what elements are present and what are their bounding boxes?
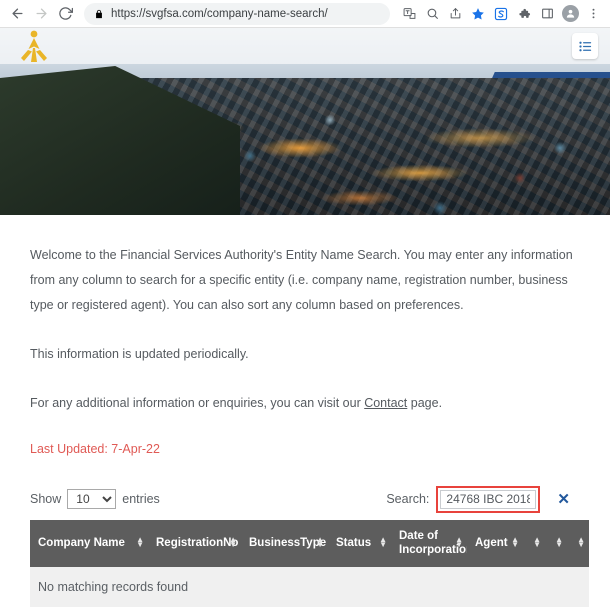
table-row-empty: No matching records found xyxy=(30,566,589,607)
page-length-control: Show 10 25 50 100 entries xyxy=(30,489,160,509)
bookmark-star-icon[interactable] xyxy=(467,3,489,25)
table-header-row: Company Name ▲ ▼ RegistrationNo ▲ ▼ Busine… xyxy=(30,520,589,567)
sort-arrows-icon: ▲ ▼ xyxy=(136,535,144,550)
avatar xyxy=(561,5,579,22)
column-header-extra-1[interactable]: ▲ ▼ xyxy=(523,520,545,567)
sync-extension-icon[interactable] xyxy=(490,3,512,25)
column-label: BusinessType xyxy=(249,537,327,550)
share-icon[interactable] xyxy=(444,3,466,25)
lock-icon xyxy=(96,9,102,18)
table-body: No matching records found xyxy=(30,566,589,607)
search-highlight-box xyxy=(436,485,541,513)
forward-arrow-icon xyxy=(36,8,46,19)
table-header: Company Name ▲ ▼ RegistrationNo ▲ ▼ Busine… xyxy=(30,520,589,567)
show-label: Show xyxy=(30,492,62,506)
update-notice-paragraph: This information is updated periodically… xyxy=(30,347,249,361)
menu-list-icon xyxy=(578,41,591,51)
column-label: RegistrationNo xyxy=(156,537,239,550)
column-header-status[interactable]: Status ▲ ▼ xyxy=(328,520,391,567)
sort-arrows-icon: ▲ ▼ xyxy=(511,535,519,550)
sort-arrows-icon: ▲ ▼ xyxy=(577,535,585,550)
page-content: Welcome to the Financial Services Author… xyxy=(0,215,610,615)
page-length-select[interactable]: 10 25 50 100 xyxy=(67,489,117,509)
column-header-agent[interactable]: Agent ▲ ▼ xyxy=(467,520,523,567)
clear-search-button[interactable]: ✕ xyxy=(547,492,580,507)
intro-section: Welcome to the Financial Services Author… xyxy=(30,215,580,456)
logo-emblem-icon xyxy=(21,30,47,62)
sort-arrows-icon: ▲ ▼ xyxy=(379,535,387,550)
sort-arrows-icon: ▲ ▼ xyxy=(533,535,541,550)
browser-action-icons xyxy=(398,3,604,25)
datatable-controls: Show 10 25 50 100 entries Search: ✕ xyxy=(30,485,580,513)
empty-message-cell: No matching records found xyxy=(30,566,589,607)
url-text: https://svgfsa.com/company-name-search/ xyxy=(111,7,328,20)
search-control: Search: ✕ xyxy=(386,485,580,513)
hero-banner xyxy=(0,28,610,215)
sort-arrows-icon: ▲ ▼ xyxy=(316,535,324,550)
sort-arrows-icon: ▲ ▼ xyxy=(555,535,563,550)
sort-arrows-icon: ▲ ▼ xyxy=(229,535,237,550)
column-label: Status xyxy=(336,537,372,550)
svgfsa-logo[interactable] xyxy=(12,29,56,63)
column-header-registration-no[interactable]: RegistrationNo ▲ ▼ xyxy=(148,520,241,567)
intro-paragraph: Welcome to the Financial Services Author… xyxy=(30,248,573,312)
zoom-search-icon[interactable] xyxy=(421,3,443,25)
column-header-company-name[interactable]: Company Name ▲ ▼ xyxy=(30,520,148,567)
column-header-extra-2[interactable]: ▲ ▼ xyxy=(545,520,567,567)
contact-paragraph-prefix: For any additional information or enquir… xyxy=(30,396,365,410)
last-updated-text: Last Updated: 7-Apr-22 xyxy=(30,442,160,456)
browser-toolbar: https://svgfsa.com/company-name-search/ xyxy=(0,0,610,28)
search-label: Search: xyxy=(386,492,430,506)
three-dot-menu-icon[interactable] xyxy=(582,3,604,25)
forward-button[interactable] xyxy=(30,3,52,25)
address-bar[interactable]: https://svgfsa.com/company-name-search/ xyxy=(84,2,390,25)
entity-results-table: Company Name ▲ ▼ RegistrationNo ▲ ▼ Busine… xyxy=(30,520,589,607)
column-header-business-type[interactable]: BusinessType ▲ ▼ xyxy=(241,520,328,567)
profile-avatar-icon[interactable] xyxy=(559,3,581,25)
contact-link[interactable]: Contact xyxy=(364,396,407,410)
column-label: Agent xyxy=(475,537,508,550)
contact-paragraph: For any additional information or enquir… xyxy=(30,391,580,416)
entries-label: entries xyxy=(122,492,160,506)
reload-icon xyxy=(58,7,73,20)
sort-arrows-icon: ▲ ▼ xyxy=(455,535,463,550)
column-label: Company Name xyxy=(38,537,125,550)
reload-button[interactable] xyxy=(54,3,76,25)
menu-toggle-button[interactable] xyxy=(572,33,598,59)
search-input[interactable] xyxy=(440,489,537,509)
side-panel-icon[interactable] xyxy=(536,3,558,25)
puzzle-extensions-icon[interactable] xyxy=(513,3,535,25)
contact-paragraph-suffix: page. xyxy=(407,396,443,410)
column-header-extra-3[interactable]: ▲ ▼ xyxy=(567,520,589,567)
site-header-overlay xyxy=(0,28,610,64)
column-header-date-of-incorporation[interactable]: Date of Incorporation ▲ ▼ xyxy=(391,520,473,567)
back-arrow-icon xyxy=(12,8,22,19)
translate-icon[interactable] xyxy=(398,3,420,25)
back-button[interactable] xyxy=(6,3,28,25)
